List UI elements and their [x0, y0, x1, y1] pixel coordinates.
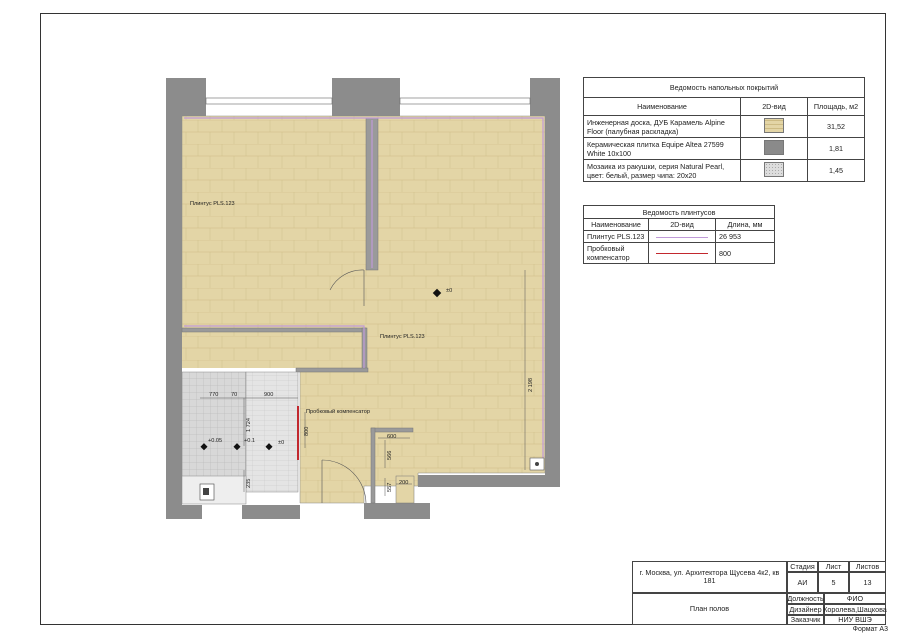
floor-col-area: Площадь, м2 — [807, 97, 865, 116]
stamp-position-label: Должность — [787, 593, 824, 604]
dim-200: 200 — [399, 480, 408, 486]
stamp-stage: АИ — [787, 572, 818, 593]
bathroom-tile-floor — [181, 371, 247, 493]
dim-70: 70 — [231, 392, 237, 398]
floor-row-area: 1,45 — [807, 159, 865, 182]
floor-row-name: Инженерная доска, ДУБ Карамель Alpine Fl… — [583, 115, 741, 138]
floor-row-name: Мозаика из ракушки, серия Natural Pearl,… — [583, 159, 741, 182]
title-block: г. Москва, ул. Архитектора Щусева 4к2, к… — [632, 561, 887, 625]
dim-1724: 1 724 — [246, 418, 252, 432]
dim-557: 557 — [387, 483, 393, 492]
level-01: +0.1 — [244, 438, 255, 444]
plinth-table: Ведомость плинтусов Наименование 2D-вид … — [583, 205, 775, 264]
stamp-drawing-title: План полов — [632, 593, 787, 625]
plinth-line-sample — [656, 236, 708, 238]
floor-col-name: Наименование — [583, 97, 741, 116]
plinth-table-title: Ведомость плинтусов — [583, 205, 775, 219]
floor-row-name: Керамическая плитка Equipe Altea 27599 W… — [583, 137, 741, 160]
floor-col-view: 2D-вид — [740, 97, 808, 116]
plinth-row-name: Плинтус PLS.123 — [583, 230, 649, 243]
floor-row-area: 31,52 — [807, 115, 865, 138]
cork-line-sample — [656, 253, 708, 255]
dim-600: 600 — [387, 434, 396, 440]
stamp-sheet-label: Лист — [818, 561, 849, 572]
mosaic-swatch — [764, 162, 784, 177]
cork-label: Пробковый компенсатор — [306, 408, 370, 415]
dim-566: 566 — [387, 451, 393, 460]
plinth-col-name: Наименование — [583, 218, 649, 231]
sheet-format: Формат А3 — [852, 626, 888, 633]
oak-swatch — [764, 118, 784, 133]
plinth-row-length: 800 — [715, 242, 775, 264]
plinth-label-2: Плинтус PLS.123 — [380, 334, 425, 340]
stamp-address: г. Москва, ул. Архитектора Щусева 4к2, к… — [632, 561, 787, 593]
dim-2198: 2 198 — [528, 378, 534, 392]
stamp-stage-label: Стадия — [787, 561, 818, 572]
dim-800: 800 — [304, 427, 310, 436]
plinth-row-length: 26 953 — [715, 230, 775, 243]
plinth-row-name: Пробковый компенсатор — [583, 242, 649, 264]
stamp-sheet: 5 — [818, 572, 849, 593]
stamp-sheets-label: Листов — [849, 561, 886, 572]
stamp-designer: Королева,Шацкова — [823, 604, 887, 615]
stamp-name-label: ФИО — [824, 593, 886, 604]
tile-swatch — [764, 140, 784, 155]
floor-table-title: Ведомость напольных покрытий — [583, 77, 865, 98]
oak-floor-strip — [182, 330, 365, 368]
level-main: ±0 — [446, 288, 452, 294]
dim-235: 235 — [246, 479, 252, 488]
plinth-col-length: Длина, мм — [715, 218, 775, 231]
level-005: +0.05 — [208, 438, 222, 444]
floor-row-area: 1,81 — [807, 137, 865, 160]
dim-900: 900 — [264, 392, 273, 398]
stamp-sheets: 13 — [849, 572, 886, 593]
level-bath: ±0 — [278, 440, 284, 446]
floor-covering-table: Ведомость напольных покрытий Наименовани… — [583, 77, 865, 182]
plinth-label-1: Плинтус PLS.123 — [190, 201, 235, 207]
stamp-client-label: Заказчик — [787, 615, 824, 625]
plinth-col-view: 2D-вид — [648, 218, 716, 231]
bathroom-floor — [245, 371, 299, 493]
stamp-client: НИУ ВШЭ — [824, 615, 886, 625]
dim-770: 770 — [209, 392, 218, 398]
stamp-designer-label: Дизайнер — [787, 604, 824, 615]
